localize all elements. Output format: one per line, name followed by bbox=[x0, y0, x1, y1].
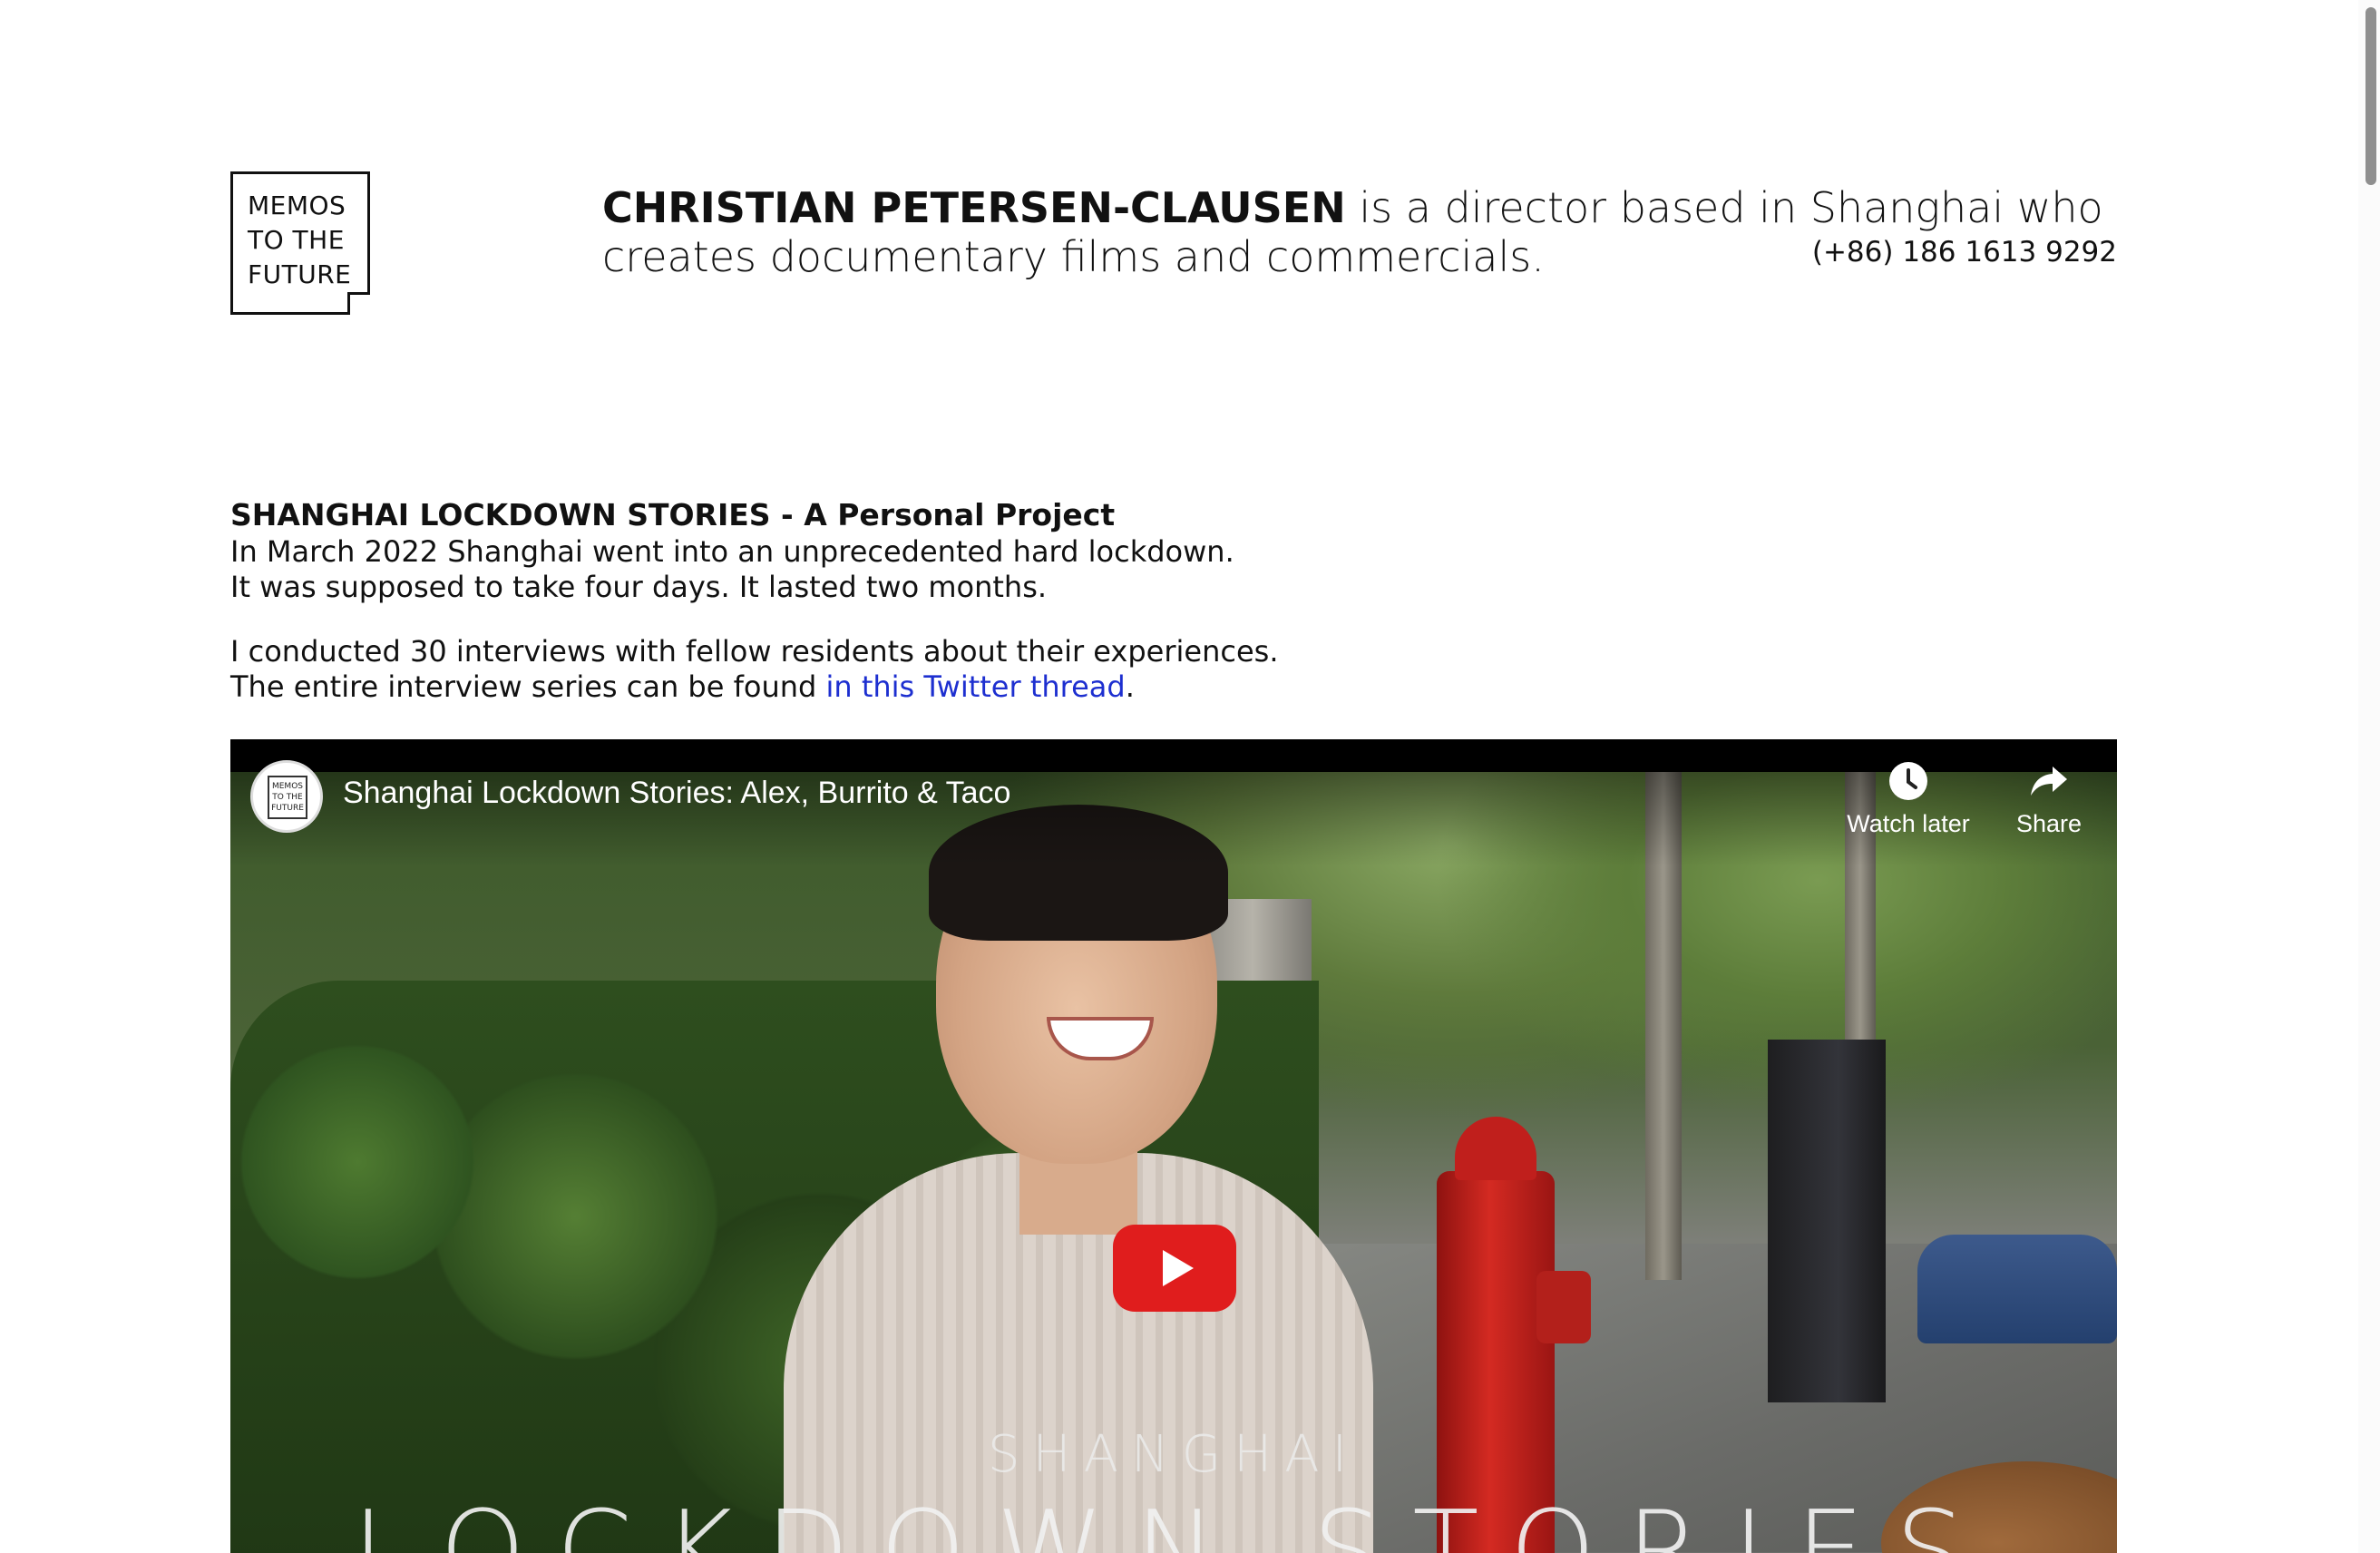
channel-avatar-text: MEMOS TO THE FUTURE bbox=[268, 776, 307, 819]
watch-later-button[interactable]: Watch later bbox=[1818, 759, 1999, 838]
site-logo[interactable]: MEMOS TO THE FUTURE bbox=[230, 171, 370, 315]
share-button[interactable]: Share bbox=[1999, 759, 2099, 838]
channel-avatar[interactable]: MEMOS TO THE FUTURE bbox=[250, 760, 323, 833]
clock-icon bbox=[1818, 759, 1999, 810]
thumbnail-hydrant bbox=[1437, 1117, 1591, 1553]
play-icon bbox=[1163, 1250, 1194, 1286]
thumbnail-post bbox=[1768, 1040, 1886, 1402]
scrollbar-thumb[interactable] bbox=[2365, 7, 2376, 185]
project-line-3: I conducted 30 interviews with fellow re… bbox=[230, 634, 1279, 669]
project-line-4-suffix: . bbox=[1125, 669, 1135, 704]
project-description: In March 2022 Shanghai went into an unpr… bbox=[230, 534, 1319, 605]
thumbnail-overlay-small: SHANGHAI bbox=[987, 1425, 1361, 1484]
project-section: SHANGHAI LOCKDOWN STORIES - A Personal P… bbox=[230, 496, 1319, 705]
phone-number[interactable]: (+86) 186 1613 9292 bbox=[1812, 236, 2117, 269]
watch-later-label: Watch later bbox=[1847, 810, 1970, 837]
project-line-2: It was supposed to take four days. It la… bbox=[230, 570, 1048, 604]
logo-text: MEMOS TO THE FUTURE bbox=[248, 190, 352, 289]
logo-fold-corner bbox=[347, 292, 370, 315]
page-scrollbar[interactable] bbox=[2358, 0, 2380, 1553]
project-interviews: I conducted 30 interviews with fellow re… bbox=[230, 634, 1319, 705]
video-thumbnail[interactable]: SHANGHAI LOCKDOWN STORIES bbox=[230, 772, 2117, 1553]
project-line-4-prefix: The entire interview series can be found bbox=[230, 669, 826, 704]
project-heading: SHANGHAI LOCKDOWN STORIES - A Personal P… bbox=[230, 497, 1116, 532]
youtube-embed[interactable]: SHANGHAI LOCKDOWN STORIES MEMOS TO THE F… bbox=[230, 739, 2117, 1553]
video-title[interactable]: Shanghai Lockdown Stories: Alex, Burrito… bbox=[343, 776, 1010, 811]
twitter-thread-link[interactable]: in this Twitter thread bbox=[825, 669, 1125, 704]
share-arrow-icon bbox=[1999, 759, 2099, 810]
director-name: CHRISTIAN PETERSEN-CLAUSEN bbox=[602, 183, 1346, 232]
play-button[interactable] bbox=[1113, 1225, 1236, 1312]
thumbnail-overlay-large: LOCKDOWN STORIES bbox=[352, 1489, 1995, 1553]
thumbnail-car bbox=[1917, 1235, 2117, 1343]
project-line-1: In March 2022 Shanghai went into an unpr… bbox=[230, 534, 1234, 569]
share-label: Share bbox=[2015, 810, 2082, 837]
